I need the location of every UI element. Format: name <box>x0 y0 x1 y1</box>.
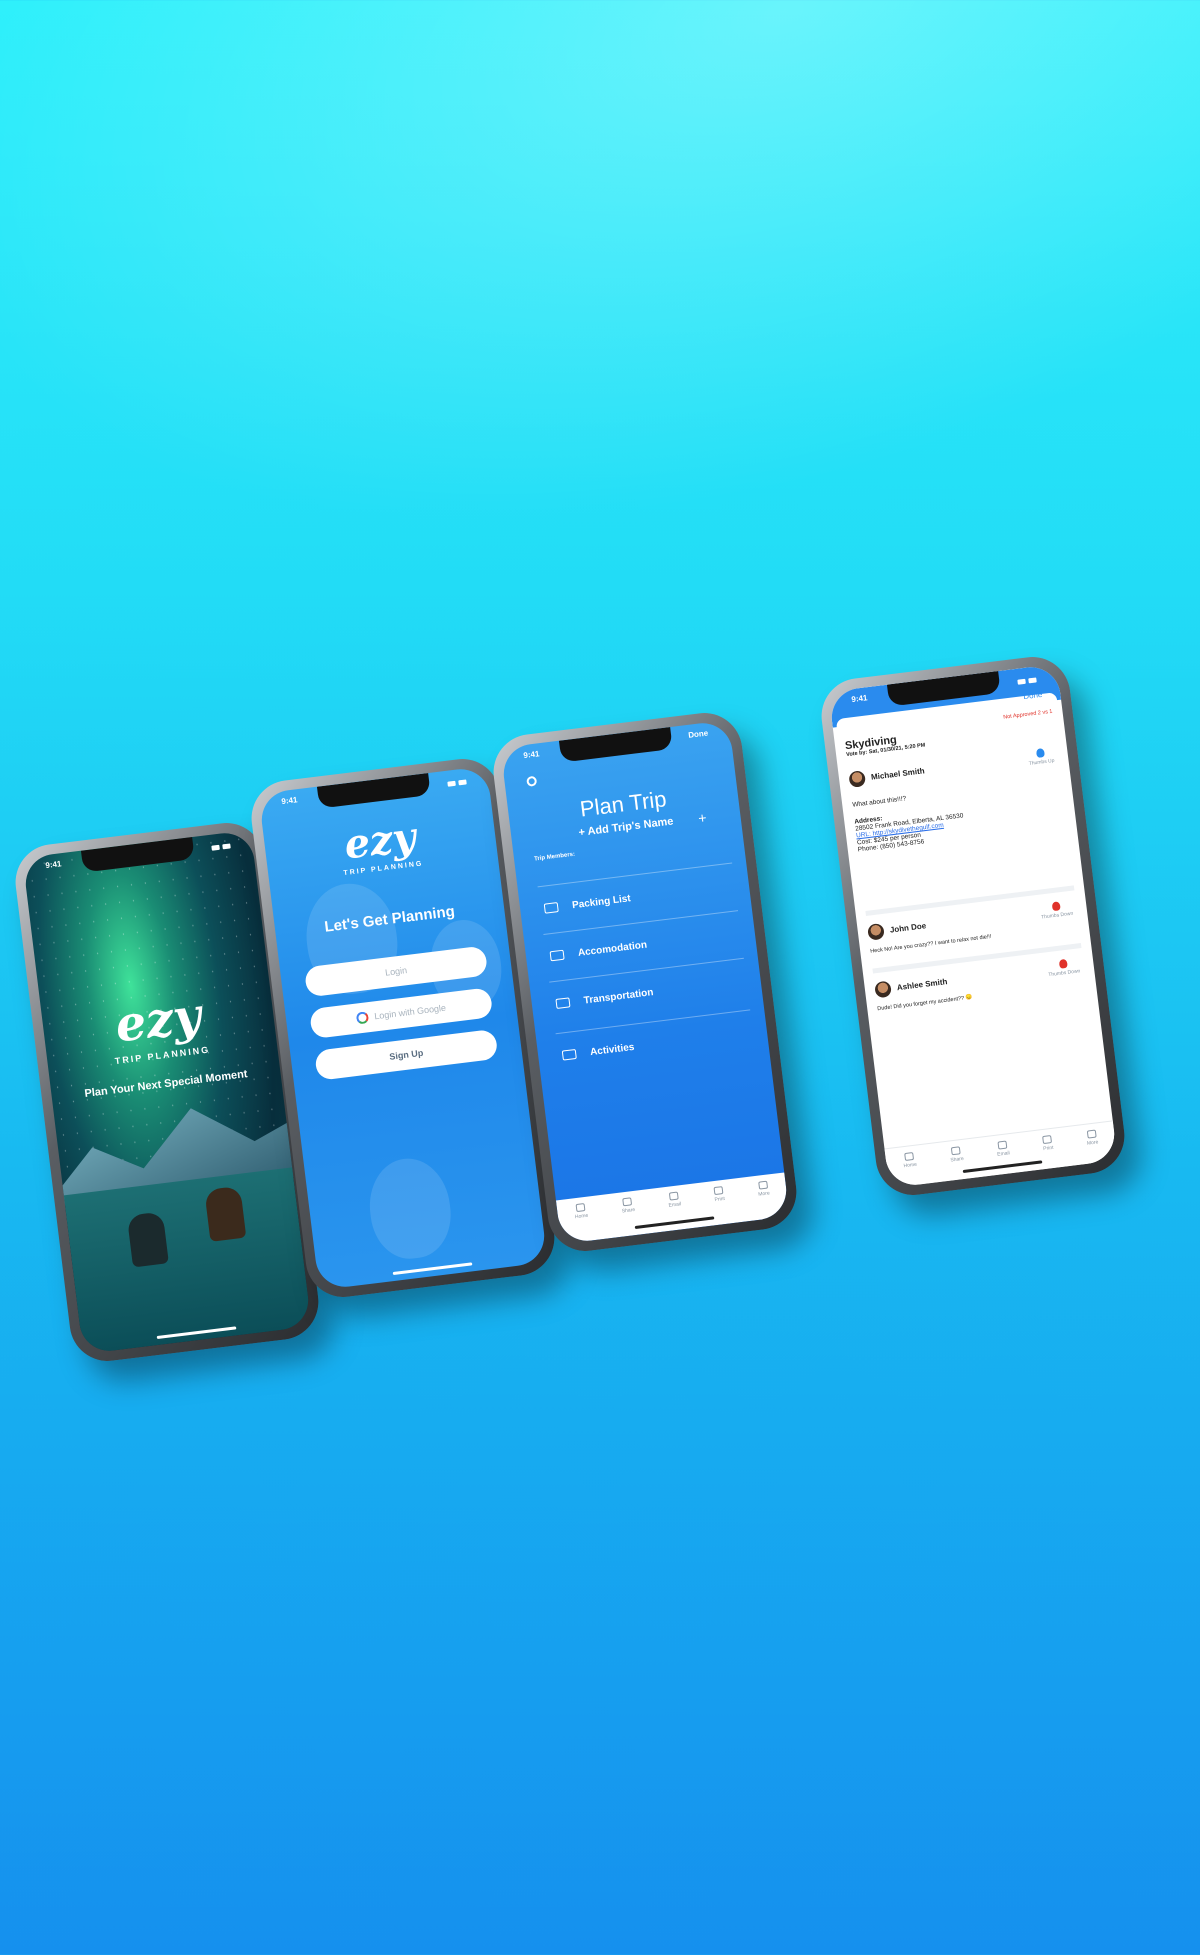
vote-badge: Thumbs Down <box>1040 900 1074 921</box>
notch <box>316 773 431 809</box>
tab-label: Home <box>574 1212 589 1221</box>
tab-label: Email <box>668 1201 682 1209</box>
tab-label: Share <box>950 1155 965 1164</box>
bus-icon <box>555 997 571 1009</box>
menu-item-label: Activities <box>589 1041 635 1058</box>
print-icon <box>1042 1135 1053 1145</box>
menu-item-label: Packing List <box>571 892 632 911</box>
plan-trip-screen: 9:41 Done Plan Trip + Add Trip's Name + … <box>500 719 790 1245</box>
tab-home[interactable]: Home <box>902 1151 919 1186</box>
mail-icon <box>668 1191 679 1201</box>
tab-more[interactable]: More <box>1085 1129 1100 1163</box>
activity-icon <box>561 1048 577 1061</box>
commenter-name: John Doe <box>889 921 927 935</box>
google-icon <box>355 1011 370 1025</box>
suitcase-icon <box>543 902 559 914</box>
tab-share[interactable]: Share <box>620 1197 638 1236</box>
sign-up-button[interactable]: Sign Up <box>314 1028 499 1081</box>
status-time: 9:41 <box>44 859 62 871</box>
avatar <box>848 770 867 788</box>
vote-label: Thumbs Up <box>1028 757 1055 767</box>
avatar <box>874 980 892 999</box>
share-icon <box>951 1146 961 1156</box>
print-icon <box>713 1186 724 1196</box>
tab-more[interactable]: More <box>757 1180 773 1219</box>
gear-icon[interactable] <box>526 775 538 787</box>
tab-bar: Home Share Email Print More <box>555 1172 790 1245</box>
thumbs-down-icon <box>1058 958 1068 969</box>
tab-label: Email <box>996 1150 1011 1158</box>
tab-label: More <box>758 1190 771 1198</box>
home-icon <box>575 1203 586 1213</box>
commenter-name: Ashlee Smith <box>896 977 948 993</box>
tab-print[interactable]: Print <box>1042 1135 1056 1169</box>
battery-icon <box>222 842 231 849</box>
tab-label: Home <box>903 1161 918 1170</box>
menu-item-label: Transportation <box>583 986 654 1007</box>
google-login-label: Login with Google <box>373 1002 447 1022</box>
tab-label: Share <box>621 1206 636 1215</box>
tab-email[interactable]: Email <box>996 1140 1012 1174</box>
signal-icon <box>1017 678 1026 685</box>
thumbs-down-icon <box>1051 901 1061 912</box>
trip-members-label: Trip Members: <box>533 851 576 863</box>
status-time: 9:41 <box>280 795 298 807</box>
login-placeholder: Login <box>384 965 408 978</box>
status-time: 9:41 <box>850 693 868 705</box>
sign-up-label: Sign Up <box>388 1047 424 1062</box>
status-time: 9:41 <box>522 749 540 761</box>
tab-label: More <box>1086 1139 1099 1147</box>
mail-icon <box>997 1140 1008 1150</box>
commenter-name: Michael Smith <box>870 766 926 782</box>
thumbs-up-icon <box>1035 748 1046 758</box>
tab-home[interactable]: Home <box>573 1203 591 1242</box>
signal-icon <box>211 844 220 851</box>
bell-icon <box>758 1180 768 1190</box>
avatar <box>867 922 885 941</box>
notch <box>558 727 673 763</box>
tab-label: Print <box>1042 1144 1054 1153</box>
menu-item-label: Accomodation <box>577 939 648 959</box>
activity-detail-screen: 9:41 Done Not Approved 2 vs 1 Skydiving … <box>828 663 1118 1189</box>
phone-activity-detail: 9:41 Done Not Approved 2 vs 1 Skydiving … <box>817 652 1129 1200</box>
home-indicator <box>392 1262 473 1276</box>
vote-label: Thumbs Down <box>1040 910 1074 921</box>
home-icon <box>904 1151 915 1162</box>
share-icon <box>622 1197 633 1207</box>
signal-icon <box>447 780 456 787</box>
battery-icon <box>1028 676 1037 683</box>
water-image <box>63 1167 312 1355</box>
done-button[interactable]: Done <box>688 728 710 744</box>
tab-label: Print <box>714 1195 726 1204</box>
tab-share[interactable]: Share <box>949 1146 966 1180</box>
battery-icon <box>458 778 467 785</box>
bell-icon <box>1086 1129 1097 1139</box>
vote-badge: Thumbs Down <box>1047 957 1081 978</box>
vote-badge: Thumbs Up <box>1027 747 1055 767</box>
balloon-graphic <box>364 1153 456 1263</box>
bed-icon <box>549 949 565 962</box>
tab-print[interactable]: Print <box>713 1186 728 1225</box>
vote-label: Thumbs Down <box>1047 968 1081 979</box>
